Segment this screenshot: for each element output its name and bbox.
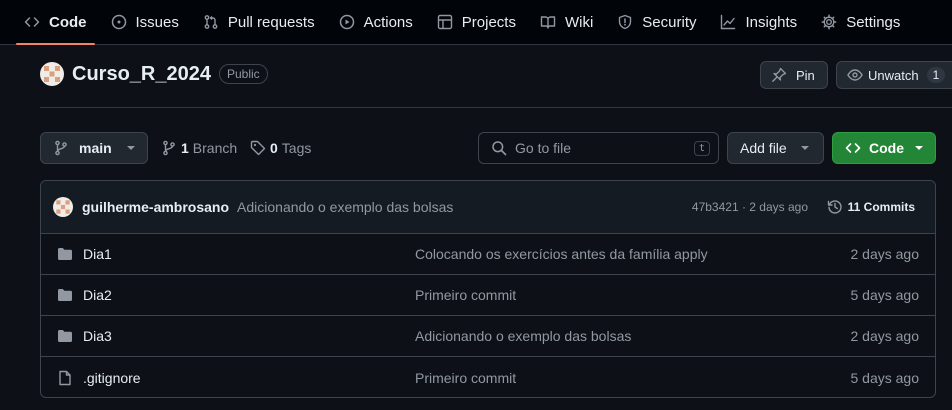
tab-label: Security: [642, 13, 697, 31]
file-date: 5 days ago: [850, 369, 920, 386]
pull-request-icon: [204, 15, 218, 29]
file-name[interactable]: Dia1: [83, 246, 112, 262]
tab-wiki[interactable]: Wiki: [532, 0, 601, 44]
header-divider: [40, 107, 952, 108]
tab-issues[interactable]: Issues: [103, 0, 187, 44]
commit-author[interactable]: guilherme-ambrosano: [82, 199, 229, 215]
tag-count-label: Tags: [281, 140, 312, 156]
table-row[interactable]: Dia2 Primeiro commit 5 days ago: [41, 275, 935, 316]
repo-title[interactable]: Curso_R_2024: [72, 63, 211, 86]
tags-link[interactable]: 0 Tags: [250, 140, 311, 156]
tab-insights[interactable]: Insights: [712, 0, 805, 44]
tab-label: Actions: [363, 13, 413, 31]
table-row[interactable]: .gitignore Primeiro commit 5 days ago: [41, 357, 935, 397]
file-commit-message[interactable]: Primeiro commit: [415, 287, 516, 303]
file-commit-message[interactable]: Adicionando o exemplo das bolsas: [415, 328, 631, 344]
history-icon: [827, 200, 842, 214]
tab-projects[interactable]: Projects: [429, 0, 524, 44]
chevron-down-icon: [800, 146, 809, 150]
latest-commit-bar: guilherme-ambrosano Adicionando o exempl…: [41, 181, 935, 234]
branch-select-button[interactable]: main: [40, 132, 148, 164]
watch-count: 1: [926, 67, 946, 83]
file-table: guilherme-ambrosano Adicionando o exempl…: [40, 180, 936, 398]
file-name[interactable]: Dia2: [83, 287, 112, 303]
file-date: 2 days ago: [850, 328, 920, 344]
table-row[interactable]: Dia3 Adicionando o exemplo das bolsas 2 …: [41, 316, 935, 357]
branches-link[interactable]: 1 Branch: [161, 140, 237, 156]
identicon-icon: [40, 62, 64, 86]
issue-icon: [111, 14, 126, 30]
file-name[interactable]: .gitignore: [83, 370, 141, 386]
chevron-down-icon: [915, 146, 923, 150]
tab-label: Issues: [135, 13, 179, 31]
branch-count-label: Branch: [192, 140, 238, 156]
unwatch-label: Unwatch: [868, 67, 919, 83]
gear-icon: [821, 14, 837, 30]
play-icon: [339, 14, 354, 30]
file-date: 5 days ago: [850, 287, 920, 303]
identicon-icon: [53, 197, 73, 217]
file-commit-message[interactable]: Primeiro commit: [415, 370, 516, 386]
folder-icon: [58, 330, 72, 342]
branch-name: main: [79, 140, 112, 156]
add-file-button[interactable]: Add file: [727, 132, 824, 164]
add-file-label: Add file: [740, 140, 787, 156]
commit-message[interactable]: Adicionando o exemplo das bolsas: [237, 199, 453, 215]
search-input[interactable]: [515, 140, 685, 156]
file-commit-message[interactable]: Colocando os exercícios antes da família…: [415, 246, 708, 262]
tab-label: Projects: [461, 13, 516, 31]
file-date: 2 days ago: [850, 246, 920, 262]
file-icon: [59, 370, 71, 385]
table-icon: [437, 14, 452, 30]
branch-icon: [55, 140, 67, 156]
code-label: Code: [869, 140, 904, 156]
avatar[interactable]: [40, 62, 64, 86]
graph-icon: [721, 14, 736, 30]
pin-icon: [772, 67, 787, 82]
tab-label: Wiki: [564, 13, 594, 31]
tab-label: Code: [49, 13, 87, 31]
commit-hash-time[interactable]: 47b3421 · 2 days ago: [692, 200, 808, 214]
tab-label: Settings: [846, 13, 901, 31]
tab-label: Insights: [745, 13, 798, 31]
file-name[interactable]: Dia3: [83, 328, 112, 344]
author-avatar[interactable]: [53, 197, 73, 217]
pin-button[interactable]: Pin: [760, 61, 828, 89]
commits-label: 11 Commits: [847, 200, 915, 214]
tab-security[interactable]: Security: [609, 0, 704, 44]
shield-icon: [619, 14, 632, 30]
pin-label: Pin: [796, 67, 815, 83]
keyboard-shortcut-hint: t: [693, 140, 710, 156]
table-row[interactable]: Dia1 Colocando os exercícios antes da fa…: [41, 234, 935, 275]
branch-count: 1: [181, 140, 189, 156]
book-icon: [540, 16, 556, 29]
chevron-down-icon: [127, 146, 135, 150]
unwatch-button[interactable]: Unwatch 1: [836, 61, 952, 89]
commits-link[interactable]: 11 Commits: [827, 199, 915, 215]
folder-icon: [58, 289, 72, 301]
code-icon: [24, 17, 40, 27]
search-icon: [492, 141, 507, 156]
code-button[interactable]: Code: [832, 132, 936, 164]
folder-icon: [58, 248, 72, 260]
repo-header: Curso_R_2024 Public: [40, 62, 268, 86]
tab-actions[interactable]: Actions: [331, 0, 421, 44]
tab-label: Pull requests: [227, 13, 315, 31]
tab-code[interactable]: Code: [16, 0, 95, 45]
eye-icon: [847, 69, 863, 81]
tag-icon: [250, 140, 266, 156]
repo-nav: Code Issues Pull requests Actions Projec…: [0, 0, 952, 45]
tab-settings[interactable]: Settings: [813, 0, 908, 44]
branch-icon: [163, 140, 175, 156]
go-to-file-search[interactable]: t: [478, 132, 719, 164]
tag-count: 0: [270, 140, 278, 156]
tab-pull-requests[interactable]: Pull requests: [195, 0, 323, 44]
code-icon: [845, 143, 861, 153]
visibility-badge: Public: [218, 64, 268, 84]
